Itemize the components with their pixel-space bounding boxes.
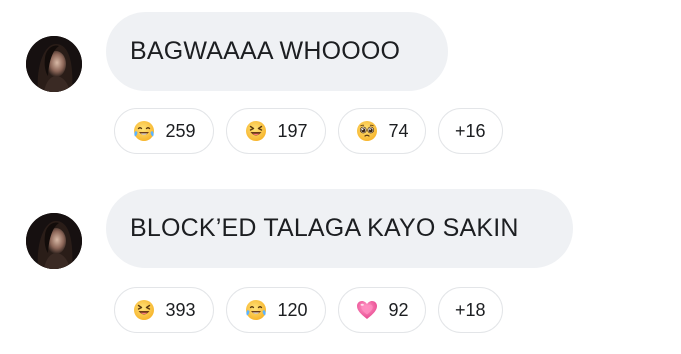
reply-thread: BAGWAAAA WHOOOO 259 197 74 +16 BLOCK’ED … bbox=[0, 0, 681, 354]
reaction-count: 92 bbox=[388, 299, 409, 320]
tears-of-joy-emoji-icon bbox=[134, 121, 155, 141]
more-reactions-count: +18 bbox=[455, 299, 486, 320]
reaction-count: 74 bbox=[388, 120, 409, 141]
tears-of-joy-emoji-icon bbox=[246, 300, 267, 320]
message-text: BLOCK’ED TALAGA KAYO SAKIN bbox=[130, 214, 519, 242]
reaction-tears-of-joy[interactable]: 120 bbox=[226, 287, 326, 333]
laughing-squint-emoji-icon bbox=[246, 121, 267, 141]
avatar-photo-icon bbox=[26, 36, 82, 92]
message-bubble[interactable]: BAGWAAAA WHOOOO bbox=[106, 12, 448, 91]
reaction-count: 393 bbox=[165, 299, 196, 320]
reaction-laughing-squint[interactable]: 197 bbox=[226, 108, 326, 154]
reaction-count: 197 bbox=[277, 120, 308, 141]
pleading-face-emoji-icon bbox=[357, 121, 378, 141]
growing-heart-emoji-icon bbox=[357, 301, 378, 319]
laughing-squint-emoji-icon bbox=[134, 300, 155, 320]
avatar[interactable] bbox=[26, 213, 82, 269]
reaction-bar: 393 120 92 +18 bbox=[114, 287, 503, 335]
more-reactions-button[interactable]: +16 bbox=[438, 108, 503, 154]
more-reactions-count: +16 bbox=[455, 120, 486, 141]
reaction-count: 259 bbox=[165, 120, 196, 141]
message-bubble[interactable]: BLOCK’ED TALAGA KAYO SAKIN bbox=[106, 189, 573, 268]
reaction-pleading-face[interactable]: 74 bbox=[338, 108, 426, 154]
reaction-bar: 259 197 74 +16 bbox=[114, 108, 503, 156]
avatar[interactable] bbox=[26, 36, 82, 92]
reaction-count: 120 bbox=[277, 299, 308, 320]
message-text: BAGWAAAA WHOOOO bbox=[130, 37, 401, 65]
more-reactions-button[interactable]: +18 bbox=[438, 287, 503, 333]
reaction-tears-of-joy[interactable]: 259 bbox=[114, 108, 214, 154]
reaction-growing-heart[interactable]: 92 bbox=[338, 287, 426, 333]
reaction-laughing-squint[interactable]: 393 bbox=[114, 287, 214, 333]
avatar-photo-icon bbox=[26, 213, 82, 269]
